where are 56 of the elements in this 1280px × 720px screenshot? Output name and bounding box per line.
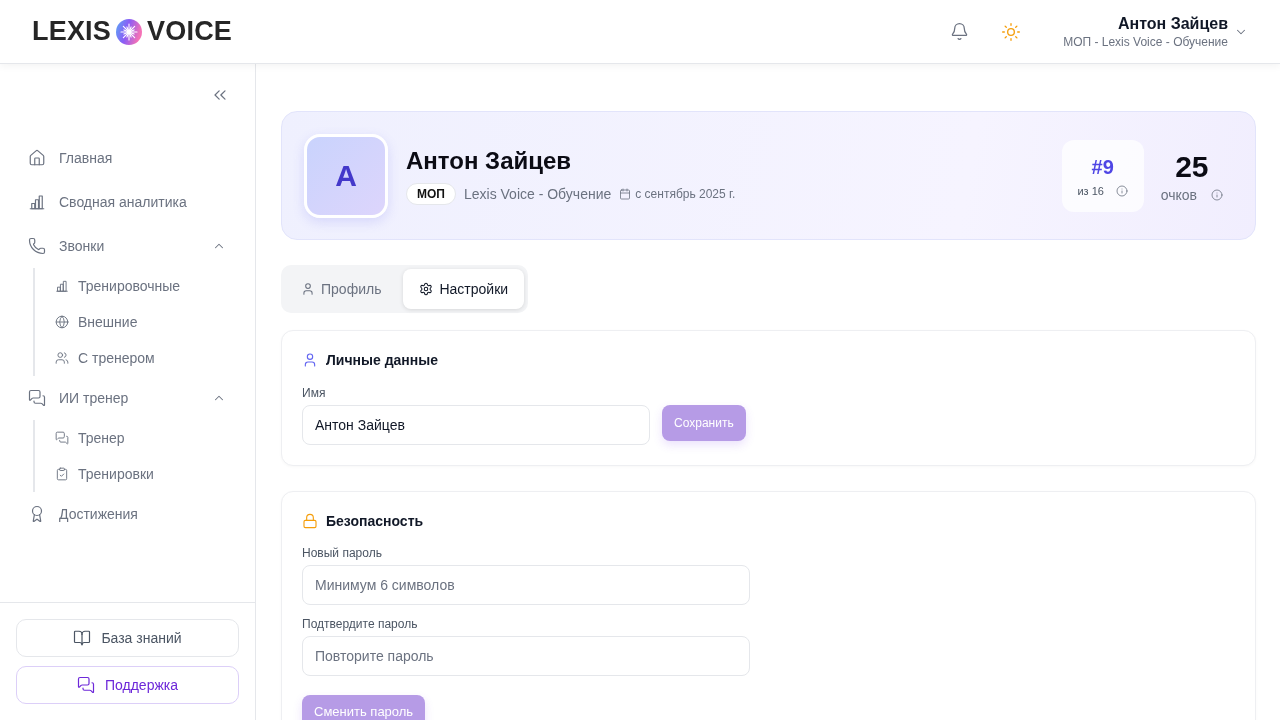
profile-name: Антон Зайцев [406,146,573,175]
member-since: с сентябрь 2025 г. [635,186,736,201]
user-icon [301,282,315,296]
info-icon[interactable] [1115,184,1128,197]
users-icon [55,351,69,365]
nav-subitem[interactable]: Внешние [35,304,255,340]
nav-item[interactable]: Достижения [0,492,255,536]
clipboard-check-icon [55,467,69,481]
name-input[interactable]: Антон Зайцев [302,405,650,445]
calendar-icon [619,187,632,200]
avatar: А [304,133,388,218]
nav-item[interactable]: Главная [0,136,255,180]
nav-item[interactable]: Сводная аналитика [0,180,255,224]
rank-total: из 16 [1077,184,1104,197]
lock-icon [302,513,318,529]
section-title: Личные данные [326,351,438,369]
password-input[interactable]: Минимум 6 символов [302,565,750,605]
user-role: МОП - Lexis Voice - Обучение [1063,33,1228,50]
gear-icon [419,282,434,296]
rank-value: #9 [1091,154,1114,179]
field-label: Подтвердите пароль [302,616,419,632]
points-label: очков [1160,186,1197,203]
tab[interactable]: Настройки [403,269,525,309]
field-label: Новый пароль [302,545,383,561]
nav-subitem[interactable]: Тренировочные [35,268,255,304]
user-icon [302,352,318,368]
tab[interactable]: Профиль [285,269,398,309]
points-value: 25 [1175,148,1209,185]
chat-bubbles-icon [55,431,69,445]
team-name: Lexis Voice - Обучение [463,185,612,202]
chat-bubbles-icon [76,676,95,694]
phone-icon [28,237,46,255]
bar-chart-icon [55,279,69,293]
globe-icon [55,315,69,329]
nav-subitem[interactable]: Тренер [35,420,255,456]
house-icon [28,149,46,167]
nav-subitem[interactable]: С тренером [35,340,255,376]
password-input[interactable]: Повторите пароль [302,636,750,676]
section-title: Безопасность [326,512,424,530]
book-icon [73,629,92,647]
role-badge: МОП [406,182,456,205]
user-name: Антон Зайцев [1117,13,1228,34]
bar-chart-icon [28,193,46,211]
support-button[interactable]: Поддержка [16,666,239,704]
field-label: Имя [302,385,327,401]
logo-text: LEXIS [32,18,112,45]
sun-icon[interactable] [1001,21,1022,42]
knowledge-base-button[interactable]: База знаний [16,619,239,657]
info-icon[interactable] [1211,188,1223,201]
bell-icon[interactable] [950,22,970,41]
chat-bubbles-icon [28,389,46,407]
nav-item[interactable]: ИИ тренер [0,376,255,420]
nav-subitem[interactable]: Тренировки [35,456,255,492]
logo-text: VOICE [147,18,233,45]
nav-item[interactable]: Звонки [0,224,255,268]
starburst-logo-icon [116,18,143,45]
